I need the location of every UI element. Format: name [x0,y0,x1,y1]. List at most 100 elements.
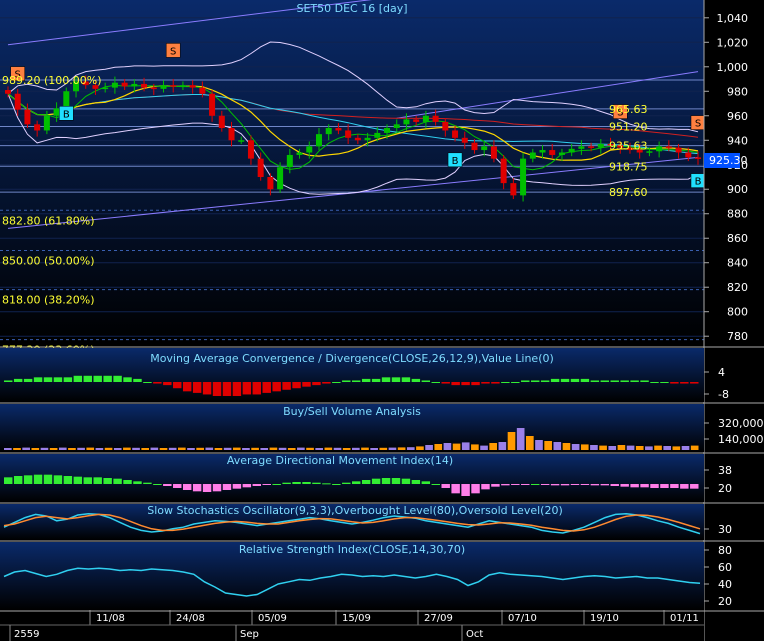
candle-body [510,183,517,196]
volume-bar [535,440,543,450]
macd-bar [252,382,262,395]
x-date-label: 01/11 [670,613,699,624]
y-tick-label: 820 [727,281,748,294]
trading-chart[interactable]: SBSBSBS 989.20 (100.00%)882.80 (61.80%)8… [0,0,764,641]
candle-body [500,158,507,184]
volume-bar [13,448,21,450]
candle-body [354,137,361,141]
adx-bar [232,484,242,489]
adx-bar [332,484,341,485]
macd-bar [123,377,132,382]
macd-bar [670,382,679,384]
volume-bar [571,444,580,450]
adx-bar [431,484,440,485]
adx-bar [133,481,142,484]
macd-bar [580,378,590,382]
signal-letter: B [63,109,70,120]
volume-bar [388,447,397,450]
macd-bar [391,377,401,382]
volume-bar [141,448,150,450]
macd-bar [441,382,450,384]
volume-bar [278,447,287,450]
macd-bar [481,382,490,384]
candle-body [111,82,118,88]
sub-y-tick-label: 80 [718,544,732,557]
macd-bar [133,378,142,382]
sub-y-tick-label: 320,000 [718,417,764,430]
candle-body [452,130,459,138]
sub-y-tick-label: 38 [718,464,732,477]
adx-bar [371,478,381,484]
macd-bar [143,382,152,383]
y-tick-label: 900 [727,183,748,196]
candle-body [306,146,313,153]
volume-pane[interactable]: Buy/Sell Volume Analysis [0,404,704,452]
adx-bar [550,484,560,486]
candle-body [539,150,546,153]
macd-bar [530,380,540,382]
volume-bar [22,447,30,450]
volume-bar [471,444,479,450]
adx-bar [4,477,13,484]
candle-body [471,142,478,151]
macd-bar [640,380,649,382]
candle-body [695,157,701,159]
volume-bar [168,447,177,450]
candle-body [121,82,128,87]
y-tick-label: 980 [727,85,748,98]
macd-bar [680,382,689,384]
volume-bar [626,445,635,450]
volume-bar [95,448,104,450]
price-pane[interactable]: SBSBSBS 989.20 (100.00%)882.80 (61.80%)8… [0,0,706,357]
volume-bar [443,443,452,450]
level-label: 918.75 [609,160,648,173]
adx-bar [242,484,252,488]
macd-bar [83,375,92,382]
macd-pane[interactable]: Moving Average Convergence / Divergence(… [0,348,704,402]
macd-bar [63,377,73,382]
macd-bar [53,377,63,382]
y-tick-label: 840 [727,257,748,270]
candle-body [150,87,157,90]
candle-body [325,128,332,135]
macd-bar [411,378,421,382]
stochastic-pane[interactable]: Slow Stochastics Oscillator(9,3,3),Overb… [0,504,704,540]
adx-bar [600,484,610,486]
stochastic-title: Slow Stochastics Oscillator(9,3,3),Overb… [147,504,563,517]
adx-bar [113,478,122,484]
adx-bar [262,484,271,485]
volume-title: Buy/Sell Volume Analysis [283,405,421,418]
signal-letter: B [695,177,702,188]
macd-bar [511,382,520,383]
candle-body [34,124,41,131]
adx-bar [521,484,530,485]
macd-bar [550,378,560,382]
macd-bar [222,382,232,396]
volume-bar [205,447,214,450]
macd-bar [451,382,460,386]
adx-bar [560,484,570,486]
candle-body [335,128,342,131]
volume-bar [663,446,672,450]
macd-bar [332,382,341,383]
sub-y-tick-label: 140,000 [718,433,764,446]
fib-level-label: 850.00 (50.00%) [2,254,95,267]
volume-bar [178,447,186,450]
candle-body [432,115,439,122]
volume-bar [40,447,49,450]
macd-bar [262,382,271,393]
macd-bar [282,382,291,390]
adx-bar [272,484,281,485]
adx-pane[interactable]: Average Directional Movement Index(14) [0,454,704,502]
adx-bar [163,484,172,486]
macd-bar [600,380,610,382]
macd-bar [590,380,600,382]
macd-bar [292,382,301,389]
macd-bar [630,380,639,382]
x-date-label: 27/09 [424,613,453,624]
macd-bar [33,377,43,382]
rsi-pane[interactable]: Relative Strength Index(CLOSE,14,30,70) [0,542,704,610]
candle-body [588,146,595,148]
volume-bar [132,447,140,450]
adx-bar [212,484,222,492]
